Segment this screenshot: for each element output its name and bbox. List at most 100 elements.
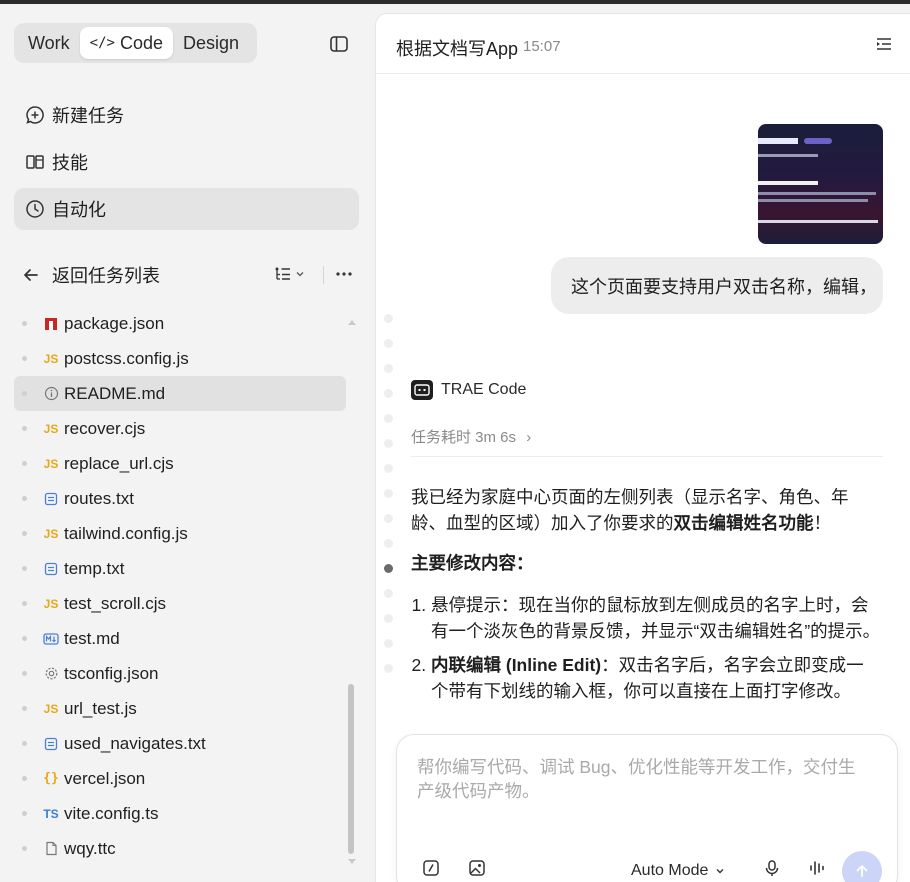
- file-row-url-test-js[interactable]: JS url_test.js: [14, 691, 346, 726]
- back-to-task-list-button[interactable]: 返回任务列表: [14, 262, 160, 288]
- reply-list: 悬停提示：现在当你的鼠标放到左侧成员的名字上时，会有一个淡灰色的背景反馈，并显示…: [411, 592, 881, 704]
- divider: [411, 456, 883, 457]
- javascript-icon: JS: [43, 351, 59, 366]
- tab-design[interactable]: Design: [173, 27, 249, 59]
- file-name: vite.config.ts: [64, 803, 159, 823]
- file-row-recover-cjs[interactable]: JS recover.cjs: [14, 411, 346, 446]
- reply-item-bold: 内联编辑 (Inline Edit): [431, 655, 602, 675]
- file-row-routes-txt[interactable]: routes.txt: [14, 481, 346, 516]
- mode-selector[interactable]: Auto Mode: [631, 862, 726, 880]
- tree-list-icon: [275, 267, 290, 280]
- tree-dot: [22, 566, 27, 571]
- file-row-vercel-json[interactable]: {} vercel.json: [14, 761, 346, 796]
- file-row-wqy-ttc[interactable]: wqy.ttc: [14, 831, 346, 866]
- microphone-icon[interactable]: [763, 859, 781, 877]
- reply-intro-end: ！: [813, 513, 832, 533]
- file-name: test_scroll.cjs: [64, 593, 167, 613]
- file-row-temp-txt[interactable]: temp.txt: [14, 551, 346, 586]
- user-message-text: 这个页面要支持用户双击名称，编辑，: [571, 276, 877, 297]
- left-sidebar: Work </> Code Design 新建任务 技能 自动化 返回任务列表 …: [0, 4, 374, 882]
- arrow-up-icon: [856, 865, 868, 877]
- sidebar-toggle-icon[interactable]: [328, 33, 350, 55]
- agent-identity: TRAE Code: [411, 380, 526, 400]
- markdown-icon: [41, 632, 61, 646]
- file-name: used_navigates.txt: [64, 733, 206, 753]
- voice-waveform-icon[interactable]: [808, 859, 826, 877]
- info-icon: [41, 386, 61, 401]
- task-duration-toggle[interactable]: 任务耗时 3m 6s ›: [411, 426, 531, 447]
- file-name: routes.txt: [64, 488, 134, 508]
- tab-work-label: Work: [28, 32, 70, 53]
- file-row-tsconfig-json[interactable]: tsconfig.json: [14, 656, 346, 691]
- file-name: tailwind.config.js: [64, 523, 188, 543]
- file-row-used-navigates-txt[interactable]: used_navigates.txt: [14, 726, 346, 761]
- more-options-icon[interactable]: [334, 264, 354, 284]
- image-upload-icon[interactable]: [468, 859, 486, 877]
- timeline-dot[interactable]: [384, 489, 393, 498]
- mode-selector-label: Auto Mode: [631, 862, 709, 879]
- tree-view-toggle[interactable]: [274, 265, 305, 283]
- npm-icon: [41, 317, 61, 331]
- tab-code[interactable]: </> Code: [79, 27, 173, 59]
- javascript-icon: JS: [43, 421, 59, 436]
- timeline-dot[interactable]: [384, 614, 393, 623]
- send-button[interactable]: [842, 851, 882, 882]
- tree-dot: [22, 426, 27, 431]
- slash-command-icon[interactable]: [422, 859, 440, 877]
- file-row-test-scroll-cjs[interactable]: JS test_scroll.cjs: [14, 586, 346, 621]
- timeline-dot-current[interactable]: [384, 564, 393, 573]
- outline-menu-icon[interactable]: [875, 35, 893, 53]
- book-icon: [26, 155, 44, 169]
- chat-title: 根据文档写App: [396, 39, 519, 59]
- chat-time: 15:07: [523, 38, 561, 55]
- back-to-task-list-label: 返回任务列表: [52, 266, 160, 286]
- scroll-down-arrow-icon[interactable]: [347, 858, 357, 866]
- file-row-postcss-config-js[interactable]: JS postcss.config.js: [14, 341, 346, 376]
- tab-work[interactable]: Work: [18, 27, 80, 59]
- reply-heading: 主要修改内容：: [411, 553, 534, 573]
- timeline-dot[interactable]: [384, 514, 393, 523]
- message-input[interactable]: [417, 755, 867, 815]
- nav-new-task[interactable]: 新建任务: [14, 94, 359, 136]
- tree-dot: [22, 356, 27, 361]
- javascript-icon: JS: [43, 456, 59, 471]
- code-icon: </>: [89, 35, 115, 51]
- timeline-dot[interactable]: [384, 414, 393, 423]
- file-name: vercel.json: [64, 768, 146, 788]
- chevron-down-icon: [716, 869, 724, 874]
- chat-panel: 根据文档写App 15:07 这个页面要支持用户双击名称，编辑， TRAE Co…: [375, 13, 910, 882]
- timeline-dot[interactable]: [384, 639, 393, 648]
- timeline-dot[interactable]: [384, 314, 393, 323]
- file-name: replace_url.cjs: [64, 453, 174, 473]
- nav-skills[interactable]: 技能: [14, 141, 359, 183]
- nav-automation[interactable]: 自动化: [14, 188, 359, 230]
- file-name: temp.txt: [64, 558, 125, 578]
- braces-icon: {}: [43, 771, 59, 786]
- text-file-icon: [41, 737, 61, 751]
- file-name: README.md: [64, 383, 166, 403]
- file-row-vite-config-ts[interactable]: TS vite.config.ts: [14, 796, 346, 831]
- file-panel-header: 返回任务列表: [14, 254, 359, 296]
- timeline-dot[interactable]: [384, 364, 393, 373]
- file-list-scrollbar[interactable]: [348, 684, 354, 854]
- user-message-bubble: 这个页面要支持用户双击名称，编辑，: [551, 257, 883, 314]
- tree-dot: [22, 846, 27, 851]
- file-row-readme-md[interactable]: README.md: [14, 376, 346, 411]
- file-row-replace-url-cjs[interactable]: JS replace_url.cjs: [14, 446, 346, 481]
- timeline-dot[interactable]: [384, 464, 393, 473]
- file-row-package-json[interactable]: package.json: [14, 306, 346, 341]
- reply-intro: 我已经为家庭中心页面的左侧列表（显示名字、角色、年龄、血型的区域）加入了你要求的…: [411, 484, 881, 536]
- attached-screenshot-thumbnail[interactable]: [758, 124, 883, 244]
- file-name: test.md: [64, 628, 120, 648]
- timeline-dot[interactable]: [384, 339, 393, 348]
- agent-name: TRAE Code: [441, 381, 527, 398]
- file-list: package.json JS postcss.config.js README…: [14, 306, 346, 866]
- timeline-dot[interactable]: [384, 439, 393, 448]
- file-row-tailwind-config-js[interactable]: JS tailwind.config.js: [14, 516, 346, 551]
- timeline-dot[interactable]: [384, 389, 393, 398]
- timeline-dot[interactable]: [384, 539, 393, 548]
- timeline-dot[interactable]: [384, 589, 393, 598]
- scroll-up-arrow-icon[interactable]: [347, 318, 357, 326]
- file-row-test-md[interactable]: test.md: [14, 621, 346, 656]
- timeline-dot[interactable]: [384, 664, 393, 673]
